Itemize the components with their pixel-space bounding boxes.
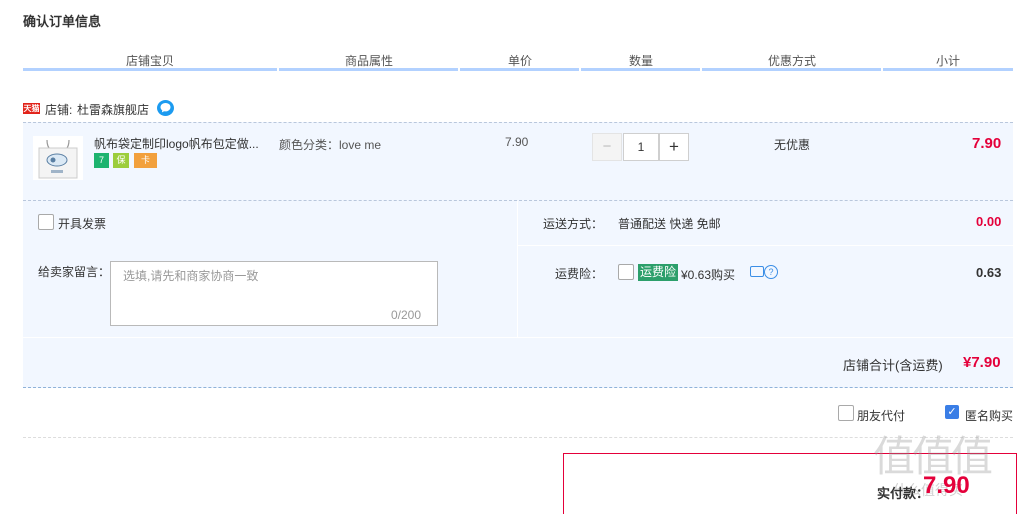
shipping-fee: 0.00 [976, 214, 1002, 229]
header-divider [458, 68, 460, 71]
header-divider [881, 68, 883, 71]
header-subtotal: 小计 [936, 54, 961, 68]
options-divider [518, 245, 1013, 246]
divider [23, 437, 1013, 438]
guarantee-icon[interactable]: 保 [113, 153, 129, 168]
item-subtotal: 7.90 [972, 135, 1002, 152]
insurance-price: ¥0.63购买 [681, 268, 736, 282]
tmall-logo: 天猫 [23, 103, 40, 114]
page-title: 确认订单信息 [23, 14, 102, 29]
product-property: 颜色分类：love me [279, 138, 382, 152]
shop-name-link[interactable]: 杜雷森旗舰店 [77, 101, 149, 118]
shipping-label: 运送方式： [543, 217, 604, 231]
seven-day-return-icon[interactable]: 7 [94, 153, 109, 168]
promotion-value: 无优惠 [774, 138, 811, 152]
header-divider [277, 68, 279, 71]
remark-label: 给卖家留言： [38, 265, 111, 279]
chat-icon[interactable] [157, 100, 174, 116]
friend-pay-checkbox[interactable] [838, 405, 854, 421]
product-image[interactable] [33, 136, 83, 180]
quantity-increase-button[interactable]: + [659, 133, 689, 161]
message-icon[interactable] [750, 266, 764, 277]
remark-placeholder: 选填,请先和商家协商一致 [123, 269, 259, 283]
shipping-method[interactable]: 普通配送 快递 免邮 [618, 215, 721, 232]
help-icon[interactable]: ? [764, 265, 778, 279]
payment-value: 7.90 [923, 472, 970, 499]
header-promotion: 优惠方式 [768, 54, 817, 68]
credit-card-icon[interactable]: 卡 [134, 153, 157, 168]
invoice-label: 开具发票 [58, 217, 107, 231]
header-underline [23, 68, 1013, 71]
friend-pay-label: 朋友代付 [857, 409, 906, 423]
quantity-decrease-button[interactable]: − [592, 133, 622, 161]
insurance-tag: 运费险 [638, 264, 679, 281]
shop-label: 店铺: [45, 103, 73, 117]
anonymous-label: 匿名购买 [965, 409, 1014, 423]
insurance-checkbox[interactable] [618, 264, 634, 280]
header-divider [700, 68, 702, 71]
shop-total-value: ¥7.90 [963, 354, 1001, 371]
remark-char-counter: 0/200 [391, 308, 422, 322]
anonymous-checkbox[interactable]: ✓ [945, 405, 959, 419]
shop-total-label: 店铺合计(含运费) [843, 358, 943, 373]
quantity-input[interactable]: 1 [623, 133, 659, 161]
unit-price: 7.90 [505, 135, 529, 149]
header-property: 商品属性 [345, 54, 394, 68]
header-divider [579, 68, 581, 71]
product-title-link[interactable]: 帆布袋定制印logo帆布包定做... [94, 135, 266, 152]
invoice-checkbox[interactable] [38, 214, 54, 230]
insurance-fee: 0.63 [976, 265, 1002, 280]
order-item-row [23, 122, 1013, 201]
table-header: 店铺宝贝 商品属性 单价 数量 优惠方式 小计 [23, 52, 1013, 68]
header-price: 单价 [508, 54, 533, 68]
header-quantity: 数量 [629, 54, 654, 68]
insurance-label: 运费险： [555, 267, 604, 281]
payment-label: 实付款： [877, 486, 930, 501]
header-item: 店铺宝贝 [126, 54, 175, 68]
